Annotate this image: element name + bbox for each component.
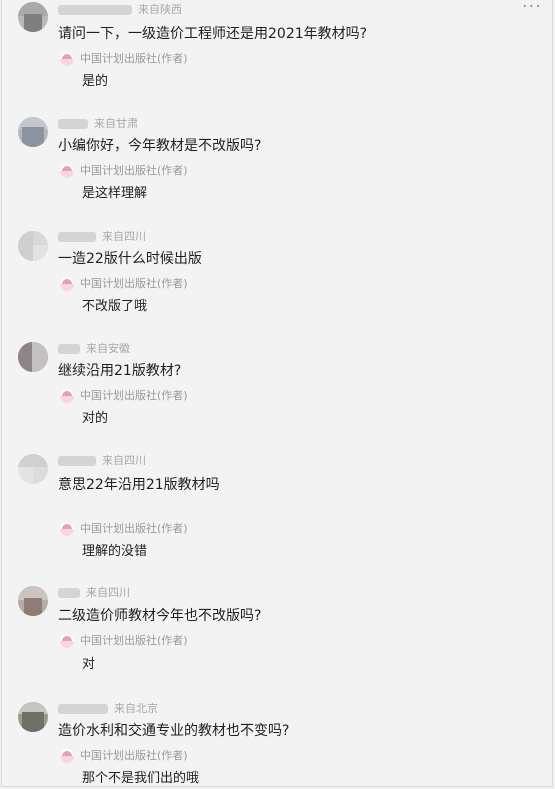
comment-user[interactable]: 来自四川	[58, 230, 146, 243]
comment-location: 来自四川	[102, 230, 146, 243]
comment-text: 意思22年沿用21版教材吗	[58, 477, 220, 493]
comment-list-panel: ··· 来自陕西 请问一下，一级造价工程师还是用2021年教材吗? 中国计划出版…	[1, 0, 553, 787]
avatar[interactable]	[18, 702, 48, 732]
author-label: 中国计划出版社(作者)	[80, 164, 188, 177]
comment-location: 来自四川	[86, 586, 130, 599]
author-reply-text: 对的	[82, 411, 109, 426]
avatar[interactable]	[18, 2, 48, 32]
author-label: 中国计划出版社(作者)	[80, 749, 188, 762]
author-reply-text: 是的	[82, 74, 109, 89]
author-reply-text: 是这样理解	[82, 186, 148, 201]
author-label: 中国计划出版社(作者)	[80, 522, 188, 535]
author-reply-header: 中国计划出版社(作者)	[60, 50, 188, 66]
author-avatar	[60, 52, 74, 66]
blurred-username	[58, 588, 80, 598]
comment-user[interactable]: 来自安徽	[58, 342, 130, 355]
blurred-username	[58, 344, 80, 354]
author-avatar	[60, 389, 74, 403]
author-avatar	[60, 749, 74, 763]
avatar[interactable]	[18, 586, 48, 616]
author-reply-text: 对	[82, 657, 96, 672]
author-reply-header: 中国计划出版社(作者)	[60, 520, 188, 536]
author-reply-header: 中国计划出版社(作者)	[60, 162, 188, 178]
author-reply-header: 中国计划出版社(作者)	[60, 747, 188, 763]
author-avatar	[60, 277, 74, 291]
avatar[interactable]	[18, 454, 48, 484]
comment-text: 请问一下，一级造价工程师还是用2021年教材吗?	[58, 26, 368, 42]
comment-location: 来自安徽	[86, 342, 130, 355]
author-reply-header: 中国计划出版社(作者)	[60, 387, 188, 403]
author-reply-text: 不改版了哦	[82, 299, 148, 314]
comment-text: 造价水利和交通专业的教材也不变吗?	[58, 723, 290, 739]
blurred-username	[58, 456, 96, 466]
blurred-username	[58, 704, 108, 714]
comment-user[interactable]: 来自陕西	[58, 3, 182, 16]
comment-text: 一造22版什么时候出版	[58, 251, 202, 267]
author-reply-text: 那个不是我们出的哦	[82, 771, 200, 786]
avatar[interactable]	[18, 342, 48, 372]
comment-location: 来自四川	[102, 454, 146, 467]
blurred-username	[58, 119, 88, 129]
blurred-username	[58, 5, 132, 15]
comment-text: 二级造价师教材今年也不改版吗?	[58, 608, 262, 624]
author-avatar	[60, 634, 74, 648]
comment-text: 小编你好，今年教材是不改版吗?	[58, 138, 262, 154]
comment-location: 来自陕西	[138, 3, 182, 16]
avatar[interactable]	[18, 231, 48, 261]
author-avatar	[60, 164, 74, 178]
author-reply-header: 中国计划出版社(作者)	[60, 275, 188, 291]
author-reply-header: 中国计划出版社(作者)	[60, 632, 188, 648]
author-avatar	[60, 522, 74, 536]
comment-user[interactable]: 来自甘肃	[58, 117, 138, 130]
comment-user[interactable]: 来自北京	[58, 702, 158, 715]
more-icon[interactable]: ···	[522, 0, 542, 16]
avatar[interactable]	[18, 117, 48, 147]
author-reply-text: 理解的没错	[82, 544, 148, 559]
author-label: 中国计划出版社(作者)	[80, 52, 188, 65]
comment-text: 继续沿用21版教材?	[58, 363, 182, 379]
comment-user[interactable]: 来自四川	[58, 586, 130, 599]
comment-user[interactable]: 来自四川	[58, 454, 146, 467]
author-label: 中国计划出版社(作者)	[80, 389, 188, 402]
comment-location: 来自北京	[114, 702, 158, 715]
author-label: 中国计划出版社(作者)	[80, 277, 188, 290]
comment-location: 来自甘肃	[94, 117, 138, 130]
blurred-username	[58, 232, 96, 242]
author-label: 中国计划出版社(作者)	[80, 634, 188, 647]
